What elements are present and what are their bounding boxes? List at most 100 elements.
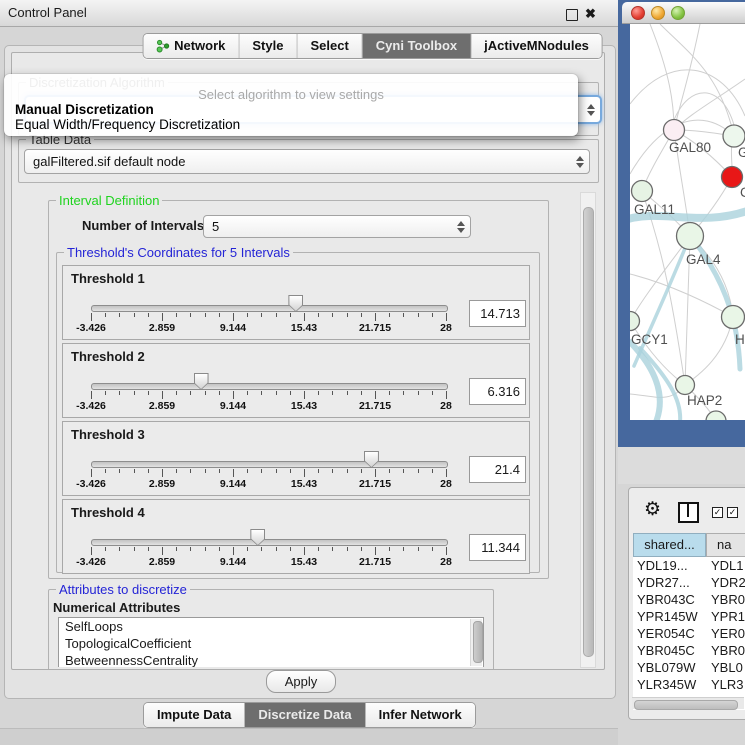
list-item-topologicalcoefficient[interactable]: TopologicalCoefficient [59, 635, 483, 652]
cell-shared-name[interactable]: YDR27... [637, 574, 690, 591]
tick-mark [276, 469, 277, 473]
tick-mark [304, 469, 305, 477]
bottom-node[interactable] [706, 411, 726, 420]
tick-mark [432, 469, 433, 473]
tick-mark [233, 469, 234, 477]
table-row[interactable]: YLR345W YLR3 [633, 676, 745, 693]
tick-mark [403, 313, 404, 317]
apply-button[interactable]: Apply [266, 670, 336, 693]
cell-name[interactable]: YBL0 [711, 659, 743, 676]
cell-name[interactable]: YBR0 [711, 591, 745, 608]
close-traffic-light[interactable] [631, 6, 645, 20]
table-data-combo[interactable]: galFiltered.sif default node [24, 149, 590, 174]
cell-shared-name[interactable]: YER054C [637, 625, 695, 642]
tick-mark [361, 313, 362, 317]
network-view-canvas[interactable]: GAL80GACGAL11GAL4GCY1HHAP2 [630, 24, 745, 420]
number-of-intervals-combo[interactable]: 5 [203, 215, 471, 238]
hap2-node[interactable] [676, 376, 695, 395]
checkbox-icon[interactable]: ✓ [712, 507, 723, 518]
attributes-list-scrollbar[interactable] [470, 619, 482, 666]
cell-name[interactable]: YPR1 [711, 608, 745, 625]
table-row[interactable]: YBR045C YBR0 [633, 642, 745, 659]
table-row[interactable]: YPR145W YPR1 [633, 608, 745, 625]
top-tab-bar: NetworkStyle Select Cyni ToolboxjActiveMNo… [142, 33, 603, 59]
cell-shared-name[interactable]: YBR043C [637, 591, 695, 608]
cell-shared-name[interactable]: YBL079W [637, 659, 696, 676]
cell-name[interactable]: YDR2 [711, 574, 745, 591]
threshold-value-field[interactable]: 21.4 [469, 456, 526, 483]
column-header-shared[interactable]: shared... [633, 533, 706, 557]
table-row[interactable]: YDL19... YDL1 [633, 557, 745, 574]
cell-shared-name[interactable]: YDL19... [637, 557, 688, 574]
tick-mark [361, 391, 362, 395]
list-item-selfloops[interactable]: SelfLoops [59, 618, 483, 635]
gal11-node[interactable] [632, 181, 653, 202]
algorithm-option-manual-discretization[interactable]: Manual Discretization [4, 102, 578, 117]
tab-style[interactable]: Style [239, 34, 297, 58]
gal80-node[interactable] [664, 120, 685, 141]
tick-mark [105, 313, 106, 317]
tick-mark [190, 391, 191, 395]
tick-label: 9.144 [210, 322, 256, 334]
tick-mark [389, 469, 390, 473]
tab-jactivemnodules[interactable]: jActiveMNodules [471, 34, 602, 58]
table-row[interactable]: YDR27... YDR2 [633, 574, 745, 591]
float-window-icon[interactable] [566, 9, 578, 21]
attributes-list-scrollbar-thumb[interactable] [473, 621, 483, 663]
zoom-traffic-light[interactable] [671, 6, 685, 20]
h-node[interactable] [722, 306, 745, 329]
tab-impute-data[interactable]: Impute Data [144, 703, 245, 727]
algorithm-option-equal-width-frequency-discretization[interactable]: Equal Width/Frequency Discretization [4, 117, 578, 132]
gal4-node[interactable] [677, 223, 704, 250]
threshold-value-field[interactable]: 14.713 [469, 300, 526, 327]
tick-mark [176, 391, 177, 395]
cell-shared-name[interactable]: YLR345W [637, 676, 696, 693]
cell-name[interactable]: YDL1 [711, 557, 744, 574]
tab-select[interactable]: Select [297, 34, 362, 58]
table-hscrollbar-thumb[interactable] [634, 700, 738, 710]
table-data-combo-value: galFiltered.sif default node [33, 154, 185, 169]
list-item-betweennesscentrality[interactable]: BetweennessCentrality [59, 652, 483, 667]
table-row[interactable]: YBL079W YBL0 [633, 659, 745, 676]
gcy1-node[interactable] [630, 312, 640, 331]
cell-name[interactable]: YER0 [711, 625, 745, 642]
tick-mark [432, 547, 433, 551]
number-of-intervals-value: 5 [212, 219, 219, 234]
threshold-box-2: Threshold 2-3.4262.8599.14415.4321.71528… [62, 343, 530, 418]
threshold-value-field[interactable]: 11.344 [469, 534, 526, 561]
tab-network[interactable]: Network [143, 34, 239, 58]
slider-track[interactable] [91, 539, 448, 546]
checkbox-icon[interactable]: ✓ [727, 507, 738, 518]
table-row[interactable]: YBR043C YBR0 [633, 591, 745, 608]
threshold-value-field[interactable]: 6.316 [469, 378, 526, 405]
gear-icon[interactable]: ⚙ [644, 500, 661, 520]
tab-label: Select [310, 38, 348, 53]
tick-mark [446, 469, 447, 477]
columns-icon[interactable] [678, 502, 699, 523]
tick-mark [332, 391, 333, 395]
settings-scrollbar-thumb[interactable] [583, 207, 594, 657]
bottom-strip [0, 728, 618, 745]
tab-infer-network[interactable]: Infer Network [366, 703, 475, 727]
table-hscrollbar[interactable] [632, 697, 744, 709]
settings-scrollbar[interactable] [580, 192, 596, 668]
tab-discretize-data[interactable]: Discretize Data [245, 703, 365, 727]
cell-name[interactable]: YLR3 [711, 676, 744, 693]
topright-node[interactable] [723, 125, 745, 147]
tab-label: Infer Network [379, 707, 462, 722]
tab-cyni-toolbox[interactable]: Cyni Toolbox [363, 34, 471, 58]
cell-shared-name[interactable]: YBR045C [637, 642, 695, 659]
cell-name[interactable]: YBR0 [711, 642, 745, 659]
numerical-attributes-list[interactable]: SelfLoopsTopologicalCoefficientBetweenne… [58, 617, 484, 667]
tick-mark [318, 391, 319, 395]
slider-track[interactable] [91, 383, 448, 390]
tick-label: -3.426 [68, 400, 114, 412]
close-icon[interactable]: ✖ [585, 4, 596, 23]
slider-track[interactable] [91, 305, 448, 312]
slider-track[interactable] [91, 461, 448, 468]
tick-label: 21.715 [352, 556, 398, 568]
minimize-traffic-light[interactable] [651, 6, 665, 20]
cell-shared-name[interactable]: YPR145W [637, 608, 698, 625]
column-header-name[interactable]: na [706, 533, 745, 557]
table-row[interactable]: YER054C YER0 [633, 625, 745, 642]
